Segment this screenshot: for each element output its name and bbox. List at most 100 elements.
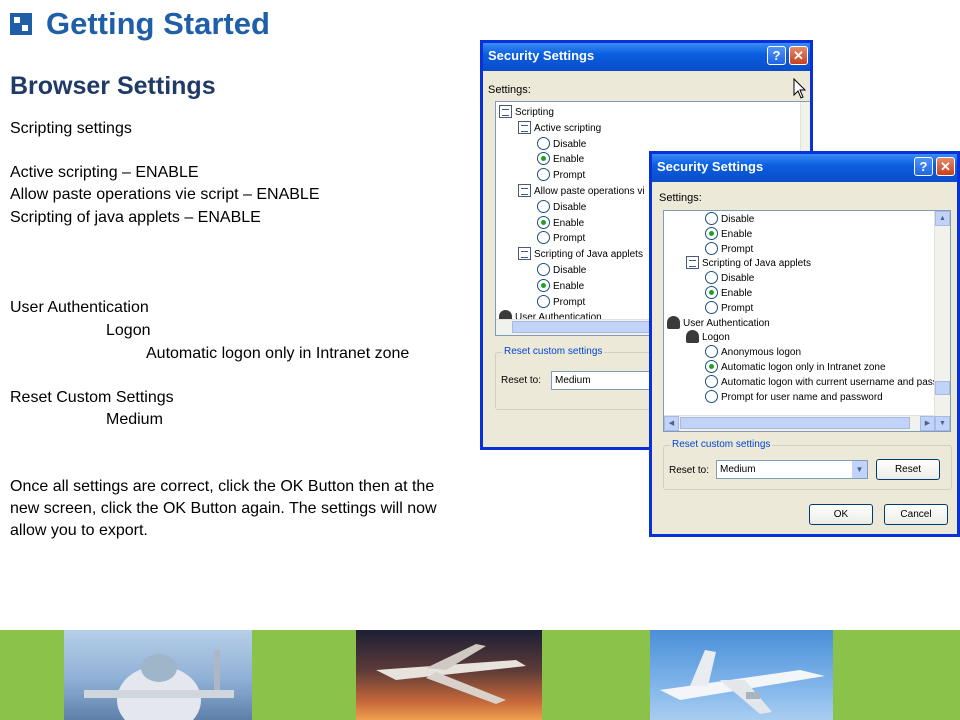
cancel-button[interactable]: Cancel [884,504,948,525]
radio-icon [537,168,550,182]
ok-button[interactable]: OK [809,504,873,525]
help-icon[interactable]: ? [914,157,933,176]
scroll-left-button[interactable]: ◀ [664,416,679,431]
page-icon [518,184,531,197]
radio-option[interactable]: Prompt [537,168,585,184]
tree-label: Prompt [553,233,586,245]
tree-label: Prompt [721,302,754,314]
tree-node[interactable]: Allow paste operations vi [518,184,645,200]
radio-icon [537,294,550,308]
close-icon[interactable]: ✕ [936,157,955,176]
tree-label: Disable [721,273,755,285]
radio-icon [705,286,718,299]
radio-option[interactable]: Enable [537,215,584,232]
page-title: Getting Started [46,6,270,41]
radio-option[interactable]: Prompt [705,300,754,317]
logon-heading: Logon [106,322,151,339]
auto-logon-text: Automatic logon only in Intranet zone [146,345,410,362]
settings-tree[interactable]: Prompt for user name and password Automat… [663,210,951,432]
scroll-thumb[interactable] [512,321,662,333]
radio-icon [705,389,718,403]
radio-option[interactable]: Disable [537,136,587,153]
setting-line-java-applets: Scripting of java applets – ENABLE [10,209,261,226]
tree-node[interactable]: Active scripting [518,120,602,137]
tree-label: Automatic logon only in Intranet zone [721,362,886,373]
scroll-down-button[interactable]: ▼ [935,416,950,431]
instructions-paragraph: Once all settings are correct, click the… [10,478,437,539]
tree-node[interactable]: Logon [686,330,730,346]
radio-option[interactable]: Prompt [705,241,753,258]
radio-icon [705,241,718,255]
radio-option[interactable]: Automatic logon with current username an… [705,374,951,391]
radio-option[interactable]: Anonymous logon [705,345,801,361]
business-jet-photo [356,630,542,720]
radio-option[interactable]: Enable [537,278,584,295]
tree-node[interactable]: User Authentication [667,315,770,332]
radio-option[interactable]: Automatic logon only in Intranet zone [705,360,886,376]
radio-option[interactable]: Enable [537,152,584,168]
tree-label: Anonymous logon [721,347,802,359]
tree-node[interactable]: Scripting [499,105,554,121]
settings-label: Settings: [488,84,531,96]
reset-level-select[interactable]: Medium ▼ [716,460,868,479]
user-icon [686,330,699,344]
scroll-right-button[interactable]: ▶ [920,416,935,431]
scripting-heading: Scripting settings [10,120,132,137]
tree-node[interactable]: Scripting of Java applets [518,247,643,263]
radio-option[interactable]: Prompt [537,294,586,311]
scroll-thumb[interactable] [680,417,910,429]
tree-label: Prompt for user name and password [721,391,883,403]
chevron-down-icon[interactable]: ▼ [852,461,867,478]
tree-label: Allow paste operations vi [534,186,645,197]
radio-option[interactable]: Disable [537,263,586,279]
radio-icon [705,345,718,359]
tree-node[interactable]: Scripting of Java applets [686,256,811,272]
tree-label: Disable [553,265,587,276]
radio-option[interactable]: Prompt for user name and password [705,389,883,406]
tree-label: Disable [553,138,587,150]
reset-group: Reset custom settings Reset to: Medium ▼… [663,439,952,490]
tree-label: Prompt [553,296,586,308]
tree-label: Disable [721,214,755,225]
scroll-thumb[interactable] [935,381,950,395]
tree-label: Scripting of Java applets [534,249,643,261]
reset-group-title: Reset custom settings [502,346,605,357]
dialog-titlebar[interactable]: Security Settings ? ✕ [483,43,810,71]
radio-option[interactable]: Disable [705,271,754,287]
radio-option[interactable]: Disable [537,199,587,216]
radio-option[interactable]: Disable [705,212,754,228]
dialog-titlebar[interactable]: Security Settings ? ✕ [652,154,957,182]
reset-level-value: Medium [720,464,756,475]
security-settings-dialog-front: Security Settings ? ✕ Settings: Prompt f… [649,151,960,537]
vertical-scrollbar[interactable]: ▲ ▼ [934,211,950,431]
tree-label: Active scripting [534,122,602,134]
radio-icon [705,212,718,225]
radio-option[interactable]: Enable [705,286,752,302]
reset-button[interactable]: Reset [876,459,940,480]
scroll-up-button[interactable]: ▲ [935,211,950,226]
radio-option[interactable]: Enable [705,226,753,243]
radio-icon [537,215,550,229]
page-icon [686,256,699,270]
tree-label: Scripting [515,107,554,118]
tree-label: Enable [721,228,753,240]
jet-fighter-photo [64,630,252,720]
radio-icon [537,199,550,213]
tree-label: Prompt [553,170,586,182]
close-icon[interactable]: ✕ [789,46,808,65]
radio-icon [705,271,718,285]
tree-label: Disable [553,201,587,213]
reset-custom-heading: Reset Custom Settings [10,389,174,406]
page-icon [518,247,531,261]
setting-line-active-scripting: Active scripting – ENABLE [10,164,199,181]
radio-icon [705,374,718,388]
setting-line-paste-operations: Allow paste operations vie script – ENAB… [10,186,320,203]
radio-option[interactable]: Prompt [537,231,585,247]
settings-label: Settings: [659,192,702,204]
tree-label: Automatic logon with current username an… [721,376,951,388]
bullet-square-icon [10,13,32,35]
radio-icon [537,263,550,276]
horizontal-scrollbar[interactable]: ◀ ▶ [664,415,935,431]
tree-label: Scripting of Java applets [702,258,811,270]
help-icon[interactable]: ? [767,46,786,65]
